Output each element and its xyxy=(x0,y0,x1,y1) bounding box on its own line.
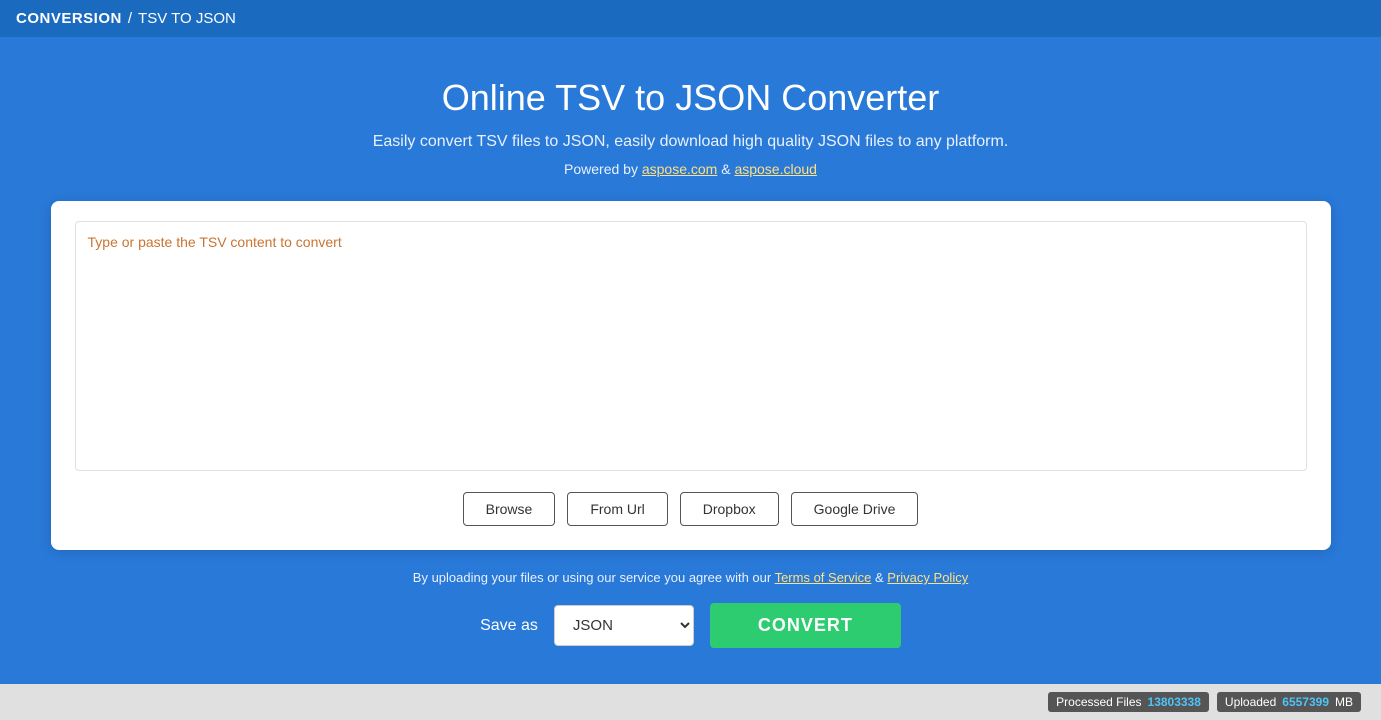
top-bar: CONVERSION / TSV TO JSON xyxy=(0,0,1381,37)
processed-files-badge: Processed Files 13803338 xyxy=(1048,692,1209,712)
save-as-label: Save as xyxy=(480,617,538,635)
tsv-input[interactable] xyxy=(75,221,1307,471)
browse-button[interactable]: Browse xyxy=(463,492,556,526)
processed-files-value: 13803338 xyxy=(1148,695,1201,709)
powered-by: Powered by aspose.com & aspose.cloud xyxy=(564,161,817,177)
powered-by-prefix: Powered by xyxy=(564,161,642,177)
page-title: Online TSV to JSON Converter xyxy=(442,77,940,119)
powered-by-amp: & xyxy=(717,161,734,177)
dropbox-button[interactable]: Dropbox xyxy=(680,492,779,526)
aspose-cloud-link[interactable]: aspose.cloud xyxy=(734,161,817,177)
from-url-button[interactable]: From Url xyxy=(567,492,667,526)
page-subtitle: Easily convert TSV files to JSON, easily… xyxy=(373,133,1009,151)
uploaded-value: 6557399 xyxy=(1282,695,1329,709)
footer: Processed Files 13803338 Uploaded 655739… xyxy=(0,684,1381,720)
format-select[interactable]: JSON CSV XLSX HTML XML xyxy=(554,605,694,646)
processed-files-label: Processed Files xyxy=(1056,695,1141,709)
terms-prefix: By uploading your files or using our ser… xyxy=(413,570,775,585)
converter-card: Browse From Url Dropbox Google Drive xyxy=(51,201,1331,550)
uploaded-badge: Uploaded 6557399 MB xyxy=(1217,692,1361,712)
google-drive-button[interactable]: Google Drive xyxy=(791,492,919,526)
upload-buttons-row: Browse From Url Dropbox Google Drive xyxy=(75,492,1307,526)
convert-row: Save as JSON CSV XLSX HTML XML CONVERT xyxy=(480,603,901,648)
uploaded-label: Uploaded xyxy=(1225,695,1276,709)
breadcrumb-separator: / xyxy=(128,10,132,27)
privacy-link[interactable]: Privacy Policy xyxy=(887,570,968,585)
convert-button[interactable]: CONVERT xyxy=(710,603,901,648)
breadcrumb-conversion[interactable]: CONVERSION xyxy=(16,10,122,27)
main-content: Online TSV to JSON Converter Easily conv… xyxy=(0,37,1381,684)
terms-link[interactable]: Terms of Service xyxy=(775,570,872,585)
terms-row: By uploading your files or using our ser… xyxy=(413,570,968,585)
uploaded-unit: MB xyxy=(1335,695,1353,709)
aspose-com-link[interactable]: aspose.com xyxy=(642,161,717,177)
terms-amp: & xyxy=(871,570,887,585)
breadcrumb-current: TSV TO JSON xyxy=(138,10,236,27)
